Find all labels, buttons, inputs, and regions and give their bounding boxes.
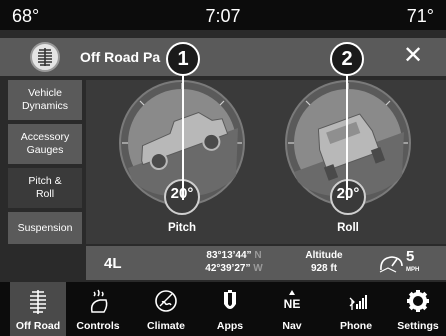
compass-heading: NE — [283, 297, 301, 311]
speed-unit: MPH — [406, 267, 420, 273]
altitude-value: 928 ft — [310, 263, 338, 274]
roll-callout-line — [346, 58, 348, 200]
nav-label: Off Road — [15, 320, 61, 332]
transfer-case-range: 4L — [104, 255, 122, 272]
longitude-direction: N — [254, 250, 262, 261]
apps-icon — [202, 288, 258, 314]
sidebar-item-label: Accessory Gauges — [20, 131, 70, 156]
close-button[interactable]: ✕ — [398, 41, 428, 71]
roll-label: Roll — [337, 222, 359, 234]
app-header: Off Road Pa ✕ — [0, 38, 446, 76]
nav-nav[interactable]: NE Nav — [264, 282, 320, 336]
page-title: Off Road Pa — [80, 49, 161, 65]
close-icon: ✕ — [402, 42, 424, 69]
controls-icon — [70, 288, 126, 314]
uconnect-screen: 68° 7:07 71° Off Road Pa ✕ Vehicle Dynam… — [0, 0, 446, 336]
speed-value: 5 — [406, 248, 415, 265]
nav-off-road[interactable]: Off Road — [10, 282, 66, 336]
sidebar-item-pitch-roll[interactable]: Pitch & Roll — [8, 168, 82, 208]
off-road-icon — [10, 288, 66, 314]
nav-label: Controls — [76, 320, 120, 332]
nav-label: Nav — [282, 320, 302, 332]
gear-icon — [390, 288, 446, 314]
status-bar: 68° 7:07 71° — [0, 0, 446, 30]
clock: 7:07 — [205, 6, 241, 26]
sidebar-item-label: Vehicle Dynamics — [21, 87, 69, 112]
speedometer-icon — [378, 252, 404, 274]
latitude-direction: W — [253, 263, 263, 274]
phone-icon — [328, 288, 384, 314]
nav-label: Phone — [339, 320, 373, 332]
nav-phone[interactable]: Phone — [328, 282, 384, 336]
nav-controls[interactable]: Controls — [70, 282, 126, 336]
bottom-nav: Off Road Controls Climate Apps NE Nav Ph… — [0, 282, 446, 336]
latitude-value: 42°39’27” — [205, 263, 251, 274]
off-road-logo-icon — [30, 42, 60, 72]
altitude: Altitude 928 ft — [276, 249, 372, 275]
sidebar-item-label: Suspension — [17, 221, 73, 234]
nav-label: Climate — [147, 320, 185, 332]
pitch-callout-line — [182, 58, 184, 200]
climate-icon — [138, 288, 194, 314]
pitch-label: Pitch — [167, 222, 197, 234]
nav-label: Settings — [397, 320, 439, 332]
nav-climate[interactable]: Climate — [138, 282, 194, 336]
info-bar: 4L 83°13’44” N 42°39’27” W Altitude 928 … — [86, 246, 446, 280]
pitch-callout: 1 — [166, 42, 200, 76]
pitch-roll-panel: 20° Pitch 20° Roll — [86, 80, 446, 244]
compass-icon: NE — [264, 288, 320, 314]
inside-temperature: 71° — [406, 6, 434, 26]
sidebar-item-vehicle-dynamics[interactable]: Vehicle Dynamics — [8, 80, 82, 120]
roll-value: 20° — [336, 185, 360, 202]
longitude-value: 83°13’44” — [206, 250, 252, 261]
nav-apps[interactable]: Apps — [202, 282, 258, 336]
sidebar-item-suspension[interactable]: Suspension — [8, 212, 82, 244]
altitude-label: Altitude — [305, 250, 343, 261]
nav-label: Apps — [216, 320, 244, 332]
sidebar-item-label: Pitch & Roll — [28, 175, 62, 200]
nav-settings[interactable]: Settings — [390, 282, 446, 336]
roll-callout: 2 — [330, 42, 364, 76]
sidebar-item-accessory-gauges[interactable]: Accessory Gauges — [8, 124, 82, 164]
